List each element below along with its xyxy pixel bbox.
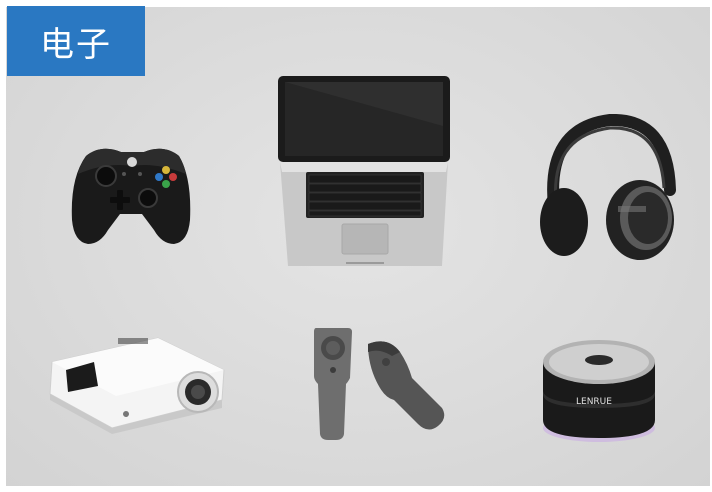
category-badge[interactable]: 电子 <box>7 6 145 76</box>
category-label: 电子 <box>40 24 112 65</box>
product-headphones[interactable] <box>532 114 678 266</box>
product-vr-controllers[interactable] <box>306 322 448 444</box>
product-laptop[interactable] <box>276 76 454 270</box>
product-bluetooth-speaker[interactable]: LENRUE <box>536 334 662 446</box>
vr-controller-icon <box>314 328 445 440</box>
bluetooth-speaker-icon: LENRUE <box>543 340 655 442</box>
projector-icon <box>49 337 225 434</box>
game-controller-icon <box>71 148 191 244</box>
laptop-icon <box>278 76 450 266</box>
headphones-icon <box>540 114 676 260</box>
product-game-controller[interactable] <box>66 138 196 253</box>
product-projector[interactable] <box>46 334 228 434</box>
speaker-brand-text: LENRUE <box>576 397 612 407</box>
